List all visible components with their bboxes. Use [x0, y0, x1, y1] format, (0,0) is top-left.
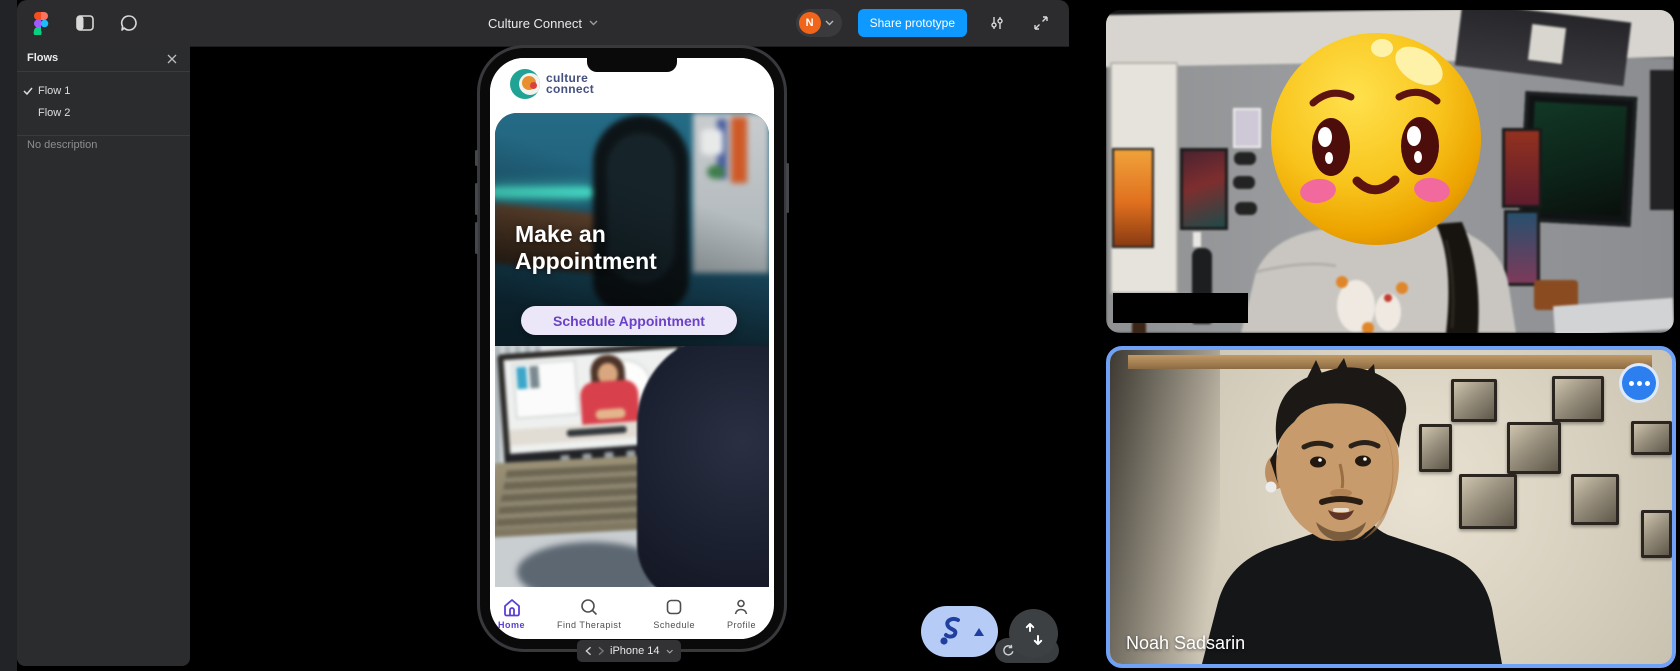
profile-icon — [735, 599, 748, 614]
name-censor-bar — [1113, 293, 1248, 323]
participant-2-video: Noah Sadsarin — [1110, 350, 1672, 664]
app-bottom-nav: Home Find Therapist Schedule Profile — [490, 587, 764, 639]
chevron-right-icon[interactable] — [597, 646, 605, 656]
flows-panel-header: Flows — [17, 46, 190, 72]
home-icon — [503, 598, 520, 616]
hero-image-video-call — [495, 346, 769, 587]
nav-schedule[interactable]: Schedule — [653, 597, 695, 630]
device-selector[interactable]: iPhone 14 — [577, 640, 681, 662]
participant-2-portrait — [1202, 358, 1502, 664]
nav-profile[interactable]: Profile — [727, 597, 756, 630]
logo-line2: connect — [546, 82, 595, 96]
desktop-edge-strip — [0, 0, 17, 671]
exit-fullscreen-icon[interactable] — [1027, 9, 1055, 37]
phone-notch — [587, 58, 677, 72]
hero-card: Make an Appointment Schedule Appointment — [495, 113, 769, 587]
search-icon — [581, 598, 598, 615]
chevron-down-icon — [825, 20, 834, 26]
account-menu[interactable]: N — [795, 9, 842, 37]
avatar: N — [798, 12, 821, 34]
check-icon — [17, 87, 38, 95]
participant-name: Noah Sadsarin — [1126, 633, 1246, 653]
phone-volume-up — [475, 183, 478, 215]
device-name: iPhone 14 — [610, 645, 660, 657]
more-options-button[interactable] — [1619, 363, 1659, 403]
foreground-silhouette — [637, 346, 769, 587]
chevron-down-icon — [589, 20, 598, 26]
toolbar-right-group: N Share prototype — [795, 0, 1055, 46]
nav-find-therapist[interactable]: Find Therapist — [557, 597, 621, 630]
hero-image-office: Make an Appointment Schedule Appointment — [495, 113, 769, 346]
flows-title: Flows — [27, 52, 59, 64]
prototype-device-frame: culture connect Make an Appointment Sche… — [475, 45, 789, 652]
scroll-toggle-button[interactable] — [1009, 609, 1058, 658]
pointer-tool-icon — [939, 616, 960, 645]
flows-panel: Flows Flow 1 Flow 2 No description — [17, 46, 190, 666]
flow-label: Flow 1 — [38, 85, 71, 97]
phone-power-button — [786, 163, 789, 213]
video-tile-participant-1[interactable] — [1106, 10, 1674, 333]
schedule-appointment-button[interactable]: Schedule Appointment — [521, 306, 737, 335]
flow-item-1[interactable]: Flow 1 — [17, 80, 190, 102]
chevron-left-icon[interactable] — [585, 646, 592, 656]
schedule-icon — [666, 599, 682, 614]
pointer-tool-button[interactable] — [921, 606, 998, 657]
figma-toolbar: Culture Connect N Share prototype — [17, 0, 1069, 47]
video-tile-participant-2[interactable]: Noah Sadsarin — [1106, 346, 1676, 668]
phone-mute-switch — [475, 150, 478, 166]
culture-connect-logo: culture connect — [510, 69, 594, 99]
chevron-down-icon — [666, 649, 673, 654]
screen: Culture Connect N Share prototype Flows … — [0, 0, 1680, 671]
smiling-emoji-overlay — [1271, 33, 1481, 245]
logo-mark-icon — [510, 69, 540, 99]
close-icon[interactable] — [164, 51, 180, 67]
prototype-settings-icon[interactable] — [983, 9, 1011, 37]
phone-volume-down — [475, 222, 478, 254]
share-prototype-button[interactable]: Share prototype — [857, 9, 967, 37]
triangle-up-icon[interactable] — [973, 627, 984, 636]
flow-item-2[interactable]: Flow 2 — [17, 102, 190, 124]
flow-description: No description — [27, 139, 98, 151]
hero-title: Make an Appointment — [515, 221, 657, 274]
up-down-arrows-icon — [1025, 622, 1042, 645]
divider — [17, 135, 190, 136]
phone-screen: culture connect Make an Appointment Sche… — [490, 58, 774, 639]
nav-home[interactable]: Home — [498, 597, 525, 630]
flow-label: Flow 2 — [38, 107, 71, 119]
page-title: Culture Connect — [488, 15, 582, 31]
